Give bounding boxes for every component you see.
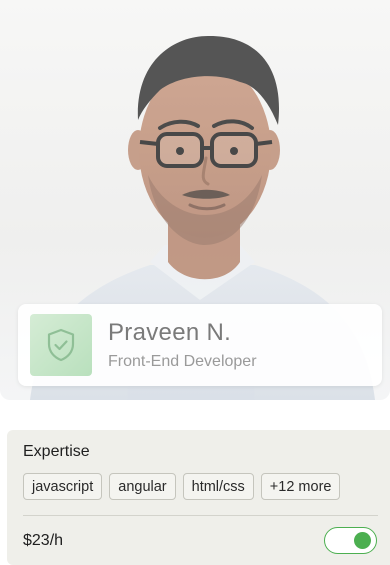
name-block: Praveen N. Front-End Developer bbox=[108, 319, 257, 371]
verified-badge bbox=[30, 314, 92, 376]
profile-page: Praveen N. Front-End Developer Expertise… bbox=[0, 0, 390, 565]
hourly-rate: $23/h bbox=[23, 532, 64, 549]
divider bbox=[23, 515, 378, 516]
availability-toggle[interactable] bbox=[324, 527, 377, 554]
profile-photo-card[interactable]: Praveen N. Front-End Developer bbox=[0, 0, 390, 400]
shield-check-icon bbox=[47, 328, 75, 362]
expertise-title: Expertise bbox=[23, 443, 90, 460]
tag-more[interactable]: +12 more bbox=[260, 473, 341, 500]
toggle-knob bbox=[354, 532, 371, 549]
tag-javascript[interactable]: javascript bbox=[23, 473, 103, 500]
tag-angular[interactable]: angular bbox=[109, 473, 176, 500]
expertise-tags: javascript angular html/css +12 more bbox=[23, 473, 341, 500]
profile-role: Front-End Developer bbox=[108, 353, 257, 370]
expertise-card: Expertise javascript angular html/css +1… bbox=[7, 430, 390, 565]
profile-name-card: Praveen N. Front-End Developer bbox=[18, 304, 382, 386]
tag-html-css[interactable]: html/css bbox=[182, 473, 254, 500]
profile-name: Praveen N. bbox=[108, 319, 232, 346]
